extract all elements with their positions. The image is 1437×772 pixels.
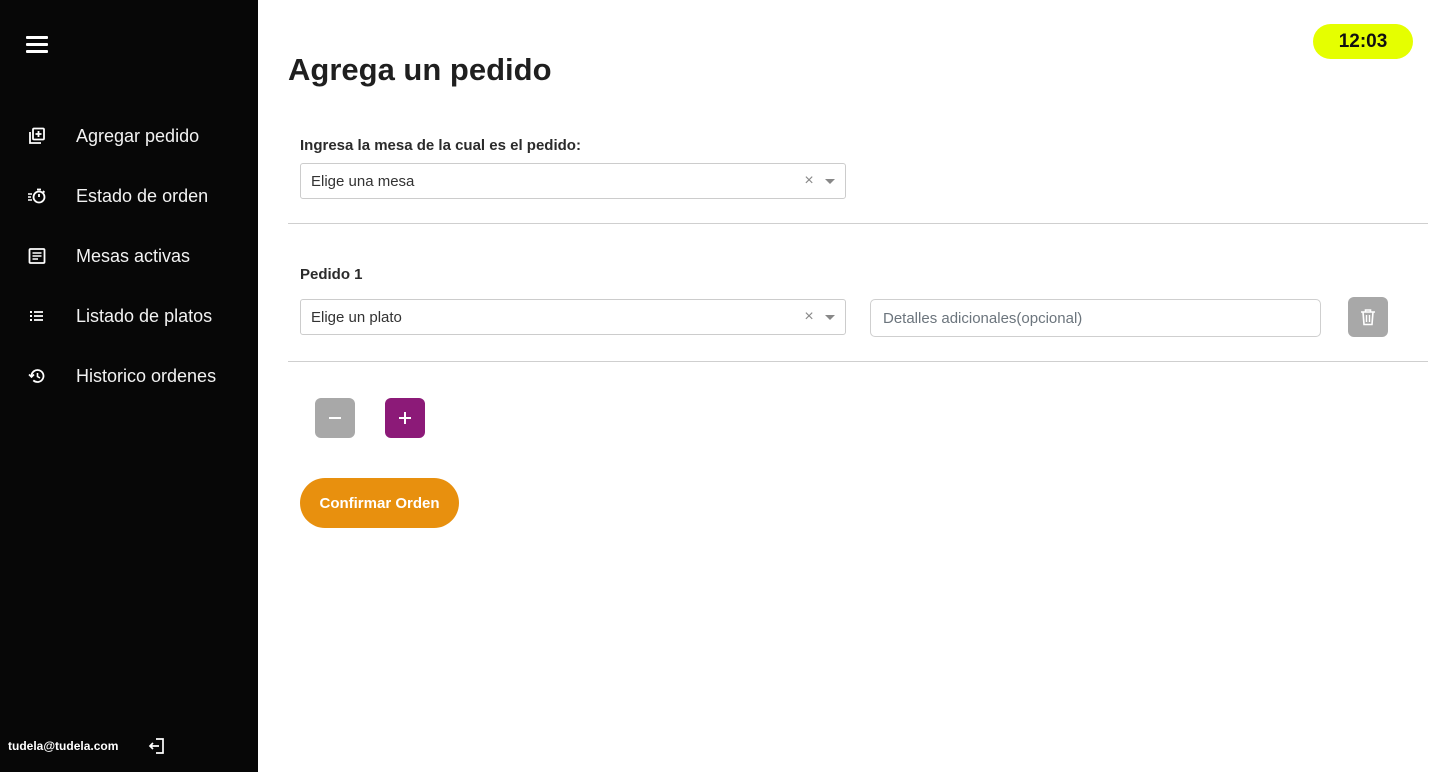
table-select-placeholder: Elige una mesa [311,172,415,190]
minus-icon [329,417,341,419]
dish-select-placeholder: Elige un plato [311,308,402,326]
history-icon [27,366,47,386]
trash-icon [1361,309,1375,326]
clock-badge: 12:03 [1313,24,1413,59]
confirm-order-button[interactable]: Confirmar Orden [300,478,459,528]
page-title: Agrega un pedido [288,52,552,87]
sidebar-item-historico-ordenes[interactable]: Historico ordenes [0,346,258,406]
sidebar-item-label: Historico ordenes [76,365,217,386]
user-footer: tudela@tudela.com [8,736,168,756]
dish-select[interactable]: Elige un plato × [300,299,846,335]
sidebar-item-listado-de-platos[interactable]: Listado de platos [0,286,258,346]
sidebar-item-estado-de-orden[interactable]: Estado de orden [0,166,258,226]
sidebar-item-label: Agregar pedido [76,125,200,146]
chevron-down-icon[interactable] [825,314,835,320]
list-alt-icon [27,246,47,266]
user-email: tudela@tudela.com [8,739,119,753]
table-select[interactable]: Elige una mesa × [300,163,846,199]
sidebar-item-label: Estado de orden [76,185,209,206]
sidebar-item-label: Mesas activas [76,245,191,266]
chevron-down-icon[interactable] [825,178,835,184]
logout-icon[interactable] [148,736,168,756]
clear-icon[interactable]: × [799,308,819,326]
divider [288,361,1428,362]
order-label: Pedido 1 [300,266,363,283]
clear-icon[interactable]: × [799,172,819,190]
sidebar-item-mesas-activas[interactable]: Mesas activas [0,226,258,286]
sidebar-nav: Agregar pedido Estado de orden Mesas act… [0,106,258,406]
list-icon [27,306,47,326]
delete-order-button[interactable] [1348,297,1388,337]
sidebar: Agregar pedido Estado de orden Mesas act… [0,0,258,772]
remove-item-button[interactable] [315,398,355,438]
plus-icon [399,412,411,424]
timer-icon [27,186,47,206]
menu-icon[interactable] [26,36,48,54]
sidebar-item-label: Listado de platos [76,305,213,326]
sidebar-item-agregar-pedido[interactable]: Agregar pedido [0,106,258,166]
table-select-label: Ingresa la mesa de la cual es el pedido: [300,137,581,154]
add-item-button[interactable] [385,398,425,438]
divider [288,223,1428,224]
details-input[interactable] [870,299,1321,337]
main-content: 12:03 Agrega un pedido Ingresa la mesa d… [258,0,1437,772]
add-box-icon [27,126,47,146]
